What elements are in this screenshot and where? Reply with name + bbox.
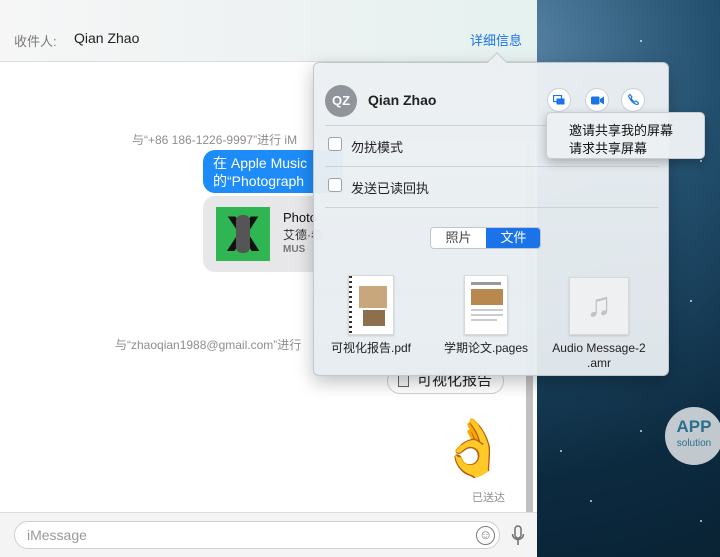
to-label: 收件人: bbox=[14, 34, 57, 49]
contact-name: Qian Zhao bbox=[368, 92, 437, 108]
do-not-disturb-row[interactable]: 勿扰模式 bbox=[325, 134, 525, 155]
watermark-text: solution bbox=[676, 438, 712, 449]
divider bbox=[325, 207, 659, 208]
attachment-file-pdf[interactable]: 可视化报告.pdf bbox=[316, 275, 426, 375]
attachment-file-name: Audio Message-2 .amr bbox=[544, 341, 654, 371]
attachments-segmented-control: 照片 文件 bbox=[430, 227, 541, 249]
menu-item-invite-share-my-screen[interactable]: 邀请共享我的屏幕 bbox=[569, 120, 673, 139]
attachment-file-audio[interactable]: ♫ Audio Message-2 .amr bbox=[544, 275, 654, 375]
video-call-button[interactable] bbox=[585, 88, 609, 112]
phone-icon bbox=[627, 93, 639, 106]
screen-share-button[interactable] bbox=[547, 88, 571, 112]
message-input[interactable] bbox=[14, 521, 500, 549]
tab-files[interactable]: 文件 bbox=[486, 228, 540, 248]
music-note-icon: ♫ bbox=[586, 286, 612, 324]
app-solution-watermark-logo: APP solution bbox=[665, 407, 720, 465]
divider bbox=[325, 166, 659, 167]
composer-bar: ☺ bbox=[0, 512, 537, 557]
conversation-header: 收件人: Qian Zhao 详细信息 bbox=[0, 0, 537, 62]
album-artwork: X bbox=[216, 207, 270, 261]
attachment-file-name: 可视化报告.pdf bbox=[316, 341, 426, 356]
music-brand-text: MUS bbox=[283, 244, 306, 255]
attachment-file-pages[interactable]: 学期论文.pages bbox=[431, 275, 541, 375]
file-name-line: 可视化报告.pdf bbox=[330, 341, 412, 355]
read-receipt-label: 发送已读回执 bbox=[351, 181, 430, 196]
album-figure bbox=[236, 215, 250, 253]
music-card-brand: MUS bbox=[283, 244, 305, 255]
read-receipt-row[interactable]: 发送已读回执 bbox=[325, 175, 525, 196]
delivery-status: 已送达 bbox=[472, 492, 505, 504]
do-not-disturb-label: 勿扰模式 bbox=[351, 140, 404, 155]
file-name-line: Audio Message-2 bbox=[552, 341, 646, 355]
video-camera-icon bbox=[590, 96, 604, 105]
file-name-line: .amr bbox=[587, 356, 611, 370]
system-message: 与“+86 186-1226-9997”进行 iM bbox=[132, 133, 298, 147]
audio-thumbnail: ♫ bbox=[569, 277, 629, 335]
microphone-icon[interactable] bbox=[510, 524, 526, 548]
screen-share-icon bbox=[552, 94, 565, 105]
watermark-text: APP bbox=[676, 417, 712, 436]
recipient-name[interactable]: Qian Zhao bbox=[74, 30, 139, 46]
file-name-line: 学期论文.pages bbox=[443, 341, 529, 355]
ok-hand-emoji[interactable]: 👌 bbox=[438, 418, 508, 478]
avatar: QZ bbox=[325, 85, 357, 117]
screen-share-menu: 邀请共享我的屏幕 请求共享屏幕 bbox=[546, 112, 705, 159]
read-receipt-checkbox[interactable] bbox=[328, 178, 342, 192]
pages-thumbnail bbox=[464, 275, 508, 335]
system-message: 与“zhaoqian1988@gmail.com”进行 bbox=[115, 338, 302, 352]
tab-photos[interactable]: 照片 bbox=[431, 228, 486, 248]
emoji-picker-icon[interactable]: ☺ bbox=[476, 526, 495, 545]
menu-item-request-share-screen[interactable]: 请求共享屏幕 bbox=[569, 138, 647, 157]
attachment-file-name: 学期论文.pages bbox=[431, 341, 541, 356]
details-popover: QZ Qian Zhao 勿扰模式 发送已读回执 照片 文件 可视化报告.pdf… bbox=[313, 52, 669, 376]
audio-call-button[interactable] bbox=[621, 88, 645, 112]
details-button[interactable]: 详细信息 bbox=[470, 30, 522, 49]
music-card-title: Photo bbox=[283, 210, 317, 225]
do-not-disturb-checkbox[interactable] bbox=[328, 137, 342, 151]
pdf-thumbnail bbox=[348, 275, 394, 336]
